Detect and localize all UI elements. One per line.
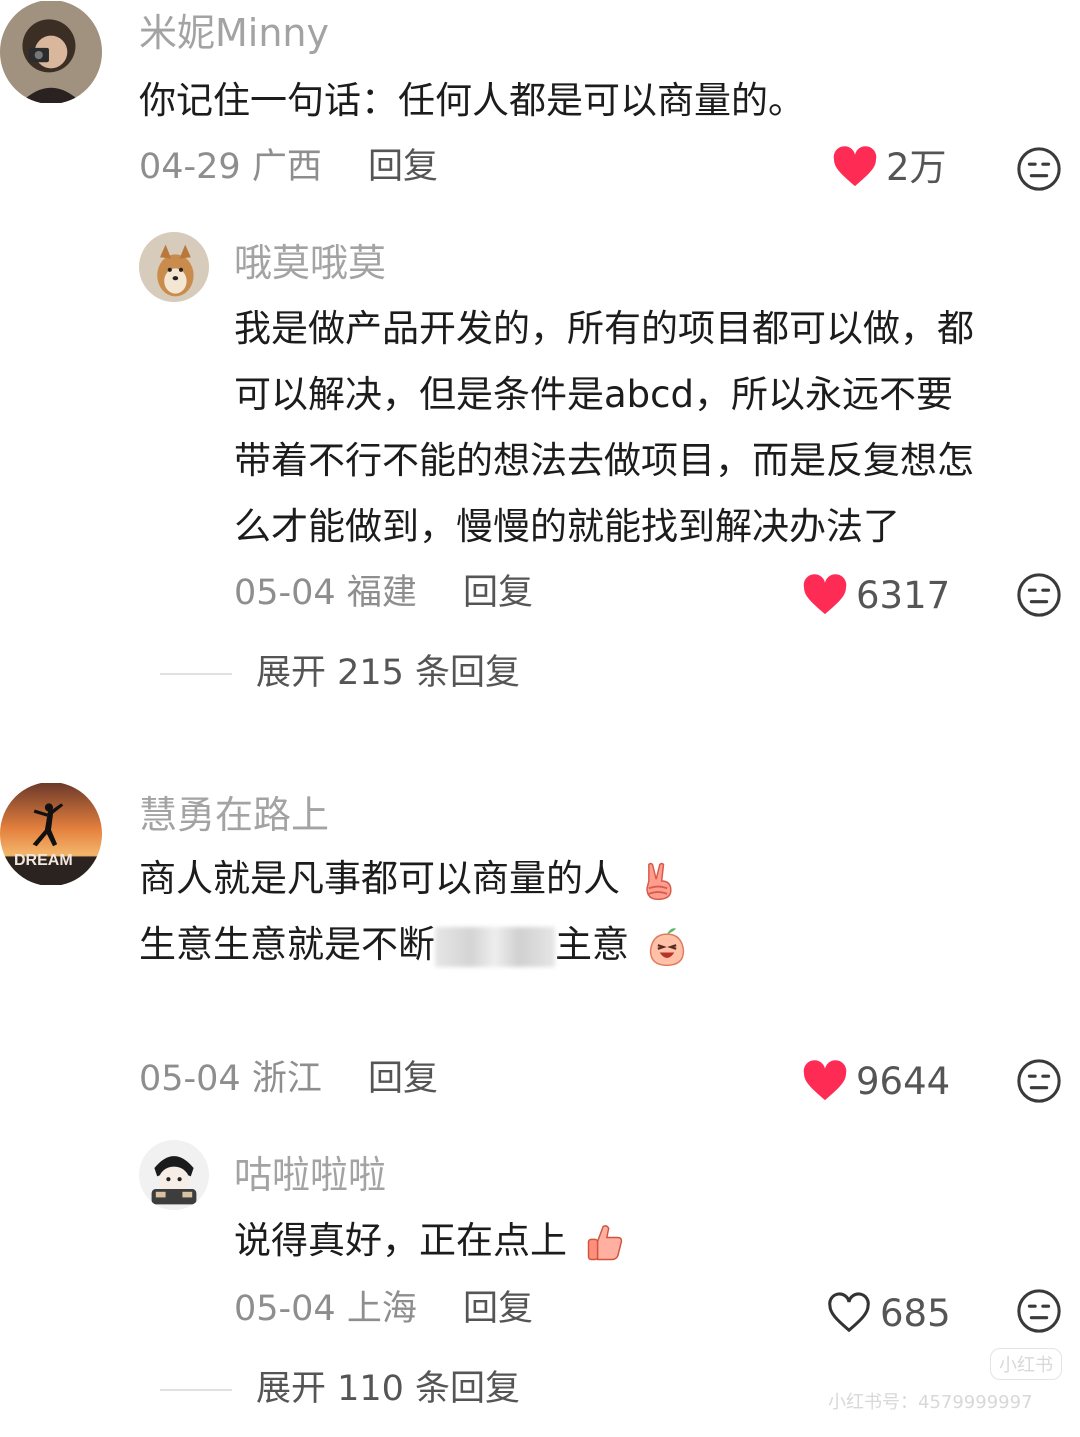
expand-replies-label: 展开 215 条回复 xyxy=(256,653,521,693)
heart-filled-icon xyxy=(803,1060,847,1101)
comment-date: 05-04 xyxy=(139,1059,241,1099)
reply-text-line: 带着不行不能的想法去做项目，而是反复想怎 xyxy=(234,439,974,482)
like-count: 9644 xyxy=(856,1059,951,1103)
comment-text: 商人就是凡事都可以商量的人 生意生意就是不断 主意 xyxy=(139,846,689,978)
thumbs-up-emoji xyxy=(587,1224,622,1260)
comment-text-line: 生意生意就是不断 主意 xyxy=(139,912,689,978)
like-button[interactable]: 6317 xyxy=(802,574,950,616)
reply-date: 05-04 xyxy=(234,1289,336,1329)
reply-location: 福建 xyxy=(346,573,417,613)
reply-button[interactable]: 回复 xyxy=(368,1062,438,1097)
comment-text: 你记住一句话：任何人都是可以商量的。 xyxy=(139,68,805,134)
avatar[interactable]: DREAM xyxy=(0,782,102,886)
reply-location: 上海 xyxy=(346,1289,417,1329)
reply-meta: 05-04 福建 xyxy=(234,576,417,611)
reply-text-line: 么才能做到，慢慢的就能找到解决办法了 xyxy=(234,505,900,548)
neutral-face-icon[interactable] xyxy=(1016,1058,1062,1104)
comment-meta: 05-04 浙江 xyxy=(139,1062,322,1097)
reply-button[interactable]: 回复 xyxy=(463,576,533,611)
victory-hand-emoji xyxy=(646,862,672,900)
comment-text-line: 商人就是凡事都可以商量的人 xyxy=(139,846,689,912)
comment-text-line: 你记住一句话：任何人都是可以商量的。 xyxy=(139,79,805,122)
like-count: 6317 xyxy=(856,573,951,617)
watermark-logo: 小红书 xyxy=(990,1348,1062,1380)
expand-replies-button[interactable]: 展开 110 条回复 xyxy=(160,1372,520,1407)
heart-filled-icon xyxy=(833,146,877,187)
reply-button[interactable]: 回复 xyxy=(368,150,438,185)
avatar[interactable] xyxy=(139,1140,209,1210)
reply-meta: 05-04 上海 xyxy=(234,1292,417,1327)
like-button[interactable]: 2万 xyxy=(832,146,947,188)
avatar[interactable] xyxy=(139,232,209,302)
comment-meta: 04-29 广西 xyxy=(139,150,322,185)
comment-location: 浙江 xyxy=(251,1059,322,1099)
reply-username[interactable]: 哦莫哦莫 xyxy=(234,244,386,282)
reply-date: 05-04 xyxy=(234,573,336,613)
avatar[interactable] xyxy=(0,0,102,104)
expand-replies-button[interactable]: 展开 215 条回复 xyxy=(160,656,520,691)
blurred-text xyxy=(435,926,555,967)
reply-text-line: 说得真好，正在点上 xyxy=(234,1219,567,1262)
divider xyxy=(160,672,232,675)
reply-username[interactable]: 咕啦啦啦 xyxy=(234,1156,386,1194)
neutral-face-icon[interactable] xyxy=(1016,572,1062,618)
like-button[interactable]: 9644 xyxy=(802,1060,950,1102)
reply-text-line: 可以解决，但是条件是abcd，所以永远不要 xyxy=(234,373,953,416)
like-button[interactable]: 685 xyxy=(826,1292,951,1334)
comment-username[interactable]: 米妮Minny xyxy=(139,14,329,52)
reply-text-line: 我是做产品开发的，所有的项目都可以做，都 xyxy=(234,307,974,350)
comment-location: 广西 xyxy=(251,147,322,187)
like-count: 2万 xyxy=(886,145,947,189)
reply-text: 我是做产品开发的，所有的项目都可以做，都 可以解决，但是条件是abcd，所以永远… xyxy=(234,296,974,560)
heart-filled-icon xyxy=(803,574,847,615)
laughing-peach-emoji xyxy=(649,927,684,966)
expand-replies-label: 展开 110 条回复 xyxy=(256,1369,521,1409)
reply-text: 说得真好，正在点上 xyxy=(234,1208,627,1274)
divider xyxy=(160,1388,232,1391)
avatar-text: DREAM xyxy=(14,852,73,869)
comment-username[interactable]: 慧勇在路上 xyxy=(139,796,329,834)
like-count: 685 xyxy=(880,1291,951,1335)
watermark-id: 小红书号：4579999997 xyxy=(828,1392,1033,1413)
comment-date: 04-29 xyxy=(139,147,241,187)
neutral-face-icon[interactable] xyxy=(1016,1288,1062,1334)
neutral-face-icon[interactable] xyxy=(1016,146,1062,192)
heart-outline-icon xyxy=(828,1292,870,1333)
reply-button[interactable]: 回复 xyxy=(463,1292,533,1327)
